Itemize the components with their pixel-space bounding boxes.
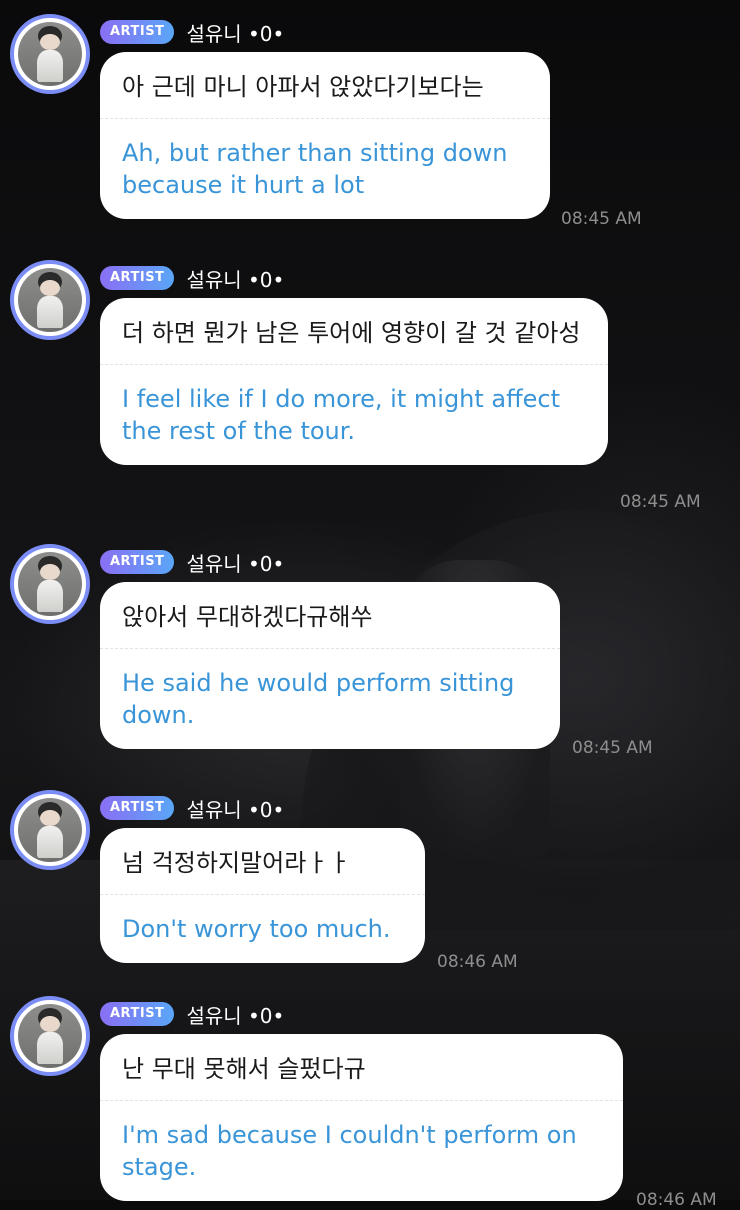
sender-name[interactable]: 설유니 •0• — [186, 548, 284, 577]
avatar[interactable] — [10, 544, 90, 624]
message-meta: ARTIST 설유니 •0• — [100, 548, 284, 577]
sender-name[interactable]: 설유니 •0• — [186, 264, 284, 293]
message-meta: ARTIST 설유니 •0• — [100, 794, 284, 823]
sender-name[interactable]: 설유니 •0• — [186, 18, 284, 47]
chat-message: ARTIST 설유니 •0• 더 하면 뭔가 남은 투어에 영향이 갈 것 같아… — [0, 246, 740, 536]
avatar[interactable] — [10, 260, 90, 340]
original-text: 아 근데 마니 아파서 앉았다기보다는 — [122, 73, 484, 101]
chat-message: ARTIST 설유니 •0• 아 근데 마니 아파서 앉았다기보다는 Ah, b… — [0, 0, 740, 250]
translation-text: I feel like if I do more, it might affec… — [122, 385, 561, 445]
message-bubble[interactable]: 앉아서 무대하겠다규해쑤 He said he would perform si… — [100, 582, 560, 749]
artist-badge: ARTIST — [100, 796, 175, 820]
timestamp: 08:46 AM — [437, 952, 518, 972]
avatar[interactable] — [10, 14, 90, 94]
translation-text: Don't worry too much. — [122, 915, 391, 943]
message-bubble[interactable]: 아 근데 마니 아파서 앉았다기보다는 Ah, but rather than … — [100, 52, 550, 219]
avatar[interactable] — [10, 790, 90, 870]
artist-badge: ARTIST — [100, 1002, 175, 1026]
message-bubble[interactable]: 넘 걱정하지말어라ㅏㅏ Don't worry too much. — [100, 828, 425, 963]
timestamp: 08:45 AM — [572, 738, 653, 758]
sender-name[interactable]: 설유니 •0• — [186, 794, 284, 823]
timestamp: 08:45 AM — [620, 492, 701, 512]
artist-badge: ARTIST — [100, 266, 175, 290]
translation-text: He said he would perform sitting down. — [122, 669, 515, 729]
timestamp: 08:46 AM — [636, 1190, 717, 1210]
message-meta: ARTIST 설유니 •0• — [100, 1000, 284, 1029]
translation-text: Ah, but rather than sitting down because… — [122, 139, 508, 199]
message-bubble[interactable]: 난 무대 못해서 슬펐다규 I'm sad because I couldn't… — [100, 1034, 623, 1201]
avatar[interactable] — [10, 996, 90, 1076]
original-text: 난 무대 못해서 슬펐다규 — [122, 1055, 366, 1083]
original-text: 더 하면 뭔가 남은 투어에 영향이 갈 것 같아성 — [122, 319, 581, 347]
message-meta: ARTIST 설유니 •0• — [100, 18, 284, 47]
artist-badge: ARTIST — [100, 550, 175, 574]
sender-name[interactable]: 설유니 •0• — [186, 1000, 284, 1029]
artist-badge: ARTIST — [100, 20, 175, 44]
original-text: 넘 걱정하지말어라ㅏㅏ — [122, 849, 351, 877]
original-text: 앉아서 무대하겠다규해쑤 — [122, 603, 373, 631]
chat-message: ARTIST 설유니 •0• 난 무대 못해서 슬펐다규 I'm sad bec… — [0, 982, 740, 1210]
chat-message: ARTIST 설유니 •0• 앉아서 무대하겠다규해쑤 He said he w… — [0, 530, 740, 770]
timestamp: 08:45 AM — [561, 209, 642, 229]
chat-message: ARTIST 설유니 •0• 넘 걱정하지말어라ㅏㅏ Don't worry t… — [0, 776, 740, 976]
message-meta: ARTIST 설유니 •0• — [100, 264, 284, 293]
translation-text: I'm sad because I couldn't perform on st… — [122, 1121, 577, 1181]
message-bubble[interactable]: 더 하면 뭔가 남은 투어에 영향이 갈 것 같아성 I feel like i… — [100, 298, 608, 465]
